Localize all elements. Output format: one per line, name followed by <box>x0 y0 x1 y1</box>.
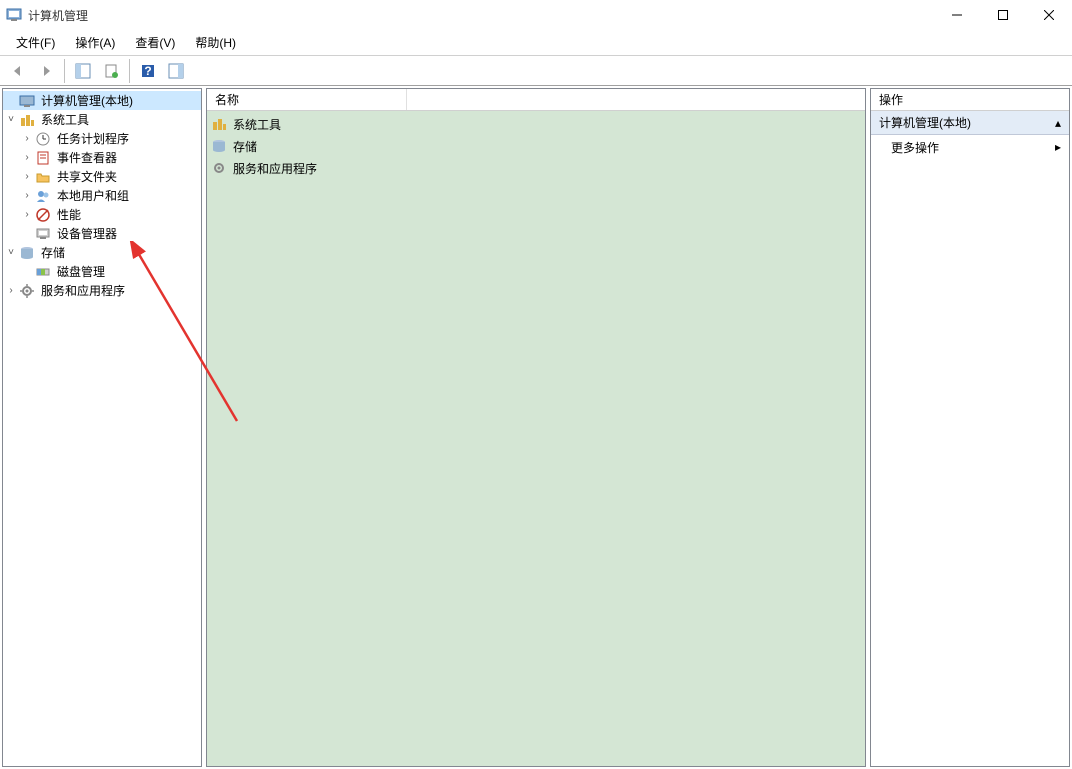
tree-label: 性能 <box>55 206 83 223</box>
actions-pane-header: 操作 <box>871 89 1069 111</box>
list-item-storage[interactable]: 存储 <box>207 135 865 157</box>
tree-label: 存储 <box>39 244 67 261</box>
tree-label: 设备管理器 <box>55 225 119 242</box>
tree-label: 计算机管理(本地) <box>39 92 135 109</box>
show-hide-action-pane-button[interactable] <box>164 59 188 83</box>
tree-label: 系统工具 <box>39 111 91 128</box>
list-item-label: 系统工具 <box>233 116 281 133</box>
actions-more-label: 更多操作 <box>891 139 939 156</box>
menu-bar: 文件(F) 操作(A) 查看(V) 帮助(H) <box>0 30 1072 56</box>
expander-icon[interactable]: ˅ <box>3 245 19 261</box>
list-item-label: 存储 <box>233 138 257 155</box>
expander-icon[interactable]: › <box>19 131 35 147</box>
toolbar: ? <box>0 56 1072 86</box>
storage-icon <box>19 245 35 261</box>
actions-more[interactable]: 更多操作 ▸ <box>871 135 1069 159</box>
users-icon <box>35 188 51 204</box>
navigation-tree[interactable]: ▾ 计算机管理(本地) ˅ 系统工具 <box>3 89 201 302</box>
navigation-tree-pane: ▾ 计算机管理(本地) ˅ 系统工具 <box>2 88 202 767</box>
services-icon <box>211 160 227 176</box>
app-icon <box>6 7 22 23</box>
clock-icon <box>35 131 51 147</box>
toolbar-separator <box>64 59 65 83</box>
menu-action[interactable]: 操作(A) <box>65 30 125 55</box>
tree-services-applications[interactable]: › 服务和应用程序 <box>3 281 201 300</box>
toolbar-separator <box>129 59 130 83</box>
storage-icon <box>211 138 227 154</box>
main-area: ▾ 计算机管理(本地) ˅ 系统工具 <box>0 86 1072 769</box>
expander-icon[interactable]: › <box>19 150 35 166</box>
tree-label: 事件查看器 <box>55 149 119 166</box>
list-item-label: 服务和应用程序 <box>233 160 317 177</box>
chevron-right-icon: ▸ <box>1055 140 1061 154</box>
window-buttons <box>934 0 1072 30</box>
tree-storage[interactable]: ˅ 存储 <box>3 243 201 262</box>
menu-file[interactable]: 文件(F) <box>6 30 65 55</box>
expander-icon[interactable]: › <box>19 207 35 223</box>
tree-device-manager[interactable]: › 设备管理器 <box>3 224 201 243</box>
tree-task-scheduler[interactable]: › 任务计划程序 <box>3 129 201 148</box>
services-icon <box>19 283 35 299</box>
expander-icon[interactable]: ˅ <box>3 112 19 128</box>
actions-group-title[interactable]: 计算机管理(本地) ▴ <box>871 111 1069 135</box>
expander-icon[interactable]: › <box>3 283 19 299</box>
computer-management-icon <box>19 93 35 109</box>
tree-label: 任务计划程序 <box>55 130 131 147</box>
menu-view[interactable]: 查看(V) <box>125 30 185 55</box>
forward-button[interactable] <box>34 59 58 83</box>
list-body[interactable]: 系统工具 存储 服务和应用程序 <box>207 111 865 766</box>
tree-performance[interactable]: › 性能 <box>3 205 201 224</box>
system-tools-icon <box>19 112 35 128</box>
back-button[interactable] <box>6 59 30 83</box>
tree-root-computer-management[interactable]: ▾ 计算机管理(本地) <box>3 91 201 110</box>
expander-icon[interactable]: › <box>19 188 35 204</box>
tree-label: 磁盘管理 <box>55 263 107 280</box>
tree-label: 服务和应用程序 <box>39 282 127 299</box>
list-header: 名称 <box>207 89 865 111</box>
system-tools-icon <box>211 116 227 132</box>
expander-icon[interactable]: › <box>19 169 35 185</box>
list-item-services[interactable]: 服务和应用程序 <box>207 157 865 179</box>
collapse-icon: ▴ <box>1055 116 1061 130</box>
maximize-button[interactable] <box>980 0 1026 30</box>
shared-folders-icon <box>35 169 51 185</box>
disk-management-icon <box>35 264 51 280</box>
content-pane: 名称 系统工具 存储 服务和应用程序 <box>206 88 866 767</box>
show-hide-tree-button[interactable] <box>71 59 95 83</box>
window-title: 计算机管理 <box>28 7 934 24</box>
list-item-system-tools[interactable]: 系统工具 <box>207 113 865 135</box>
column-header-name[interactable]: 名称 <box>207 89 407 110</box>
help-button[interactable]: ? <box>136 59 160 83</box>
tree-event-viewer[interactable]: › 事件查看器 <box>3 148 201 167</box>
actions-group-label: 计算机管理(本地) <box>879 114 971 131</box>
close-button[interactable] <box>1026 0 1072 30</box>
svg-text:?: ? <box>144 64 151 78</box>
tree-disk-management[interactable]: › 磁盘管理 <box>3 262 201 281</box>
actions-pane: 操作 计算机管理(本地) ▴ 更多操作 ▸ <box>870 88 1070 767</box>
performance-icon <box>35 207 51 223</box>
tree-system-tools[interactable]: ˅ 系统工具 <box>3 110 201 129</box>
device-manager-icon <box>35 226 51 242</box>
tree-label: 本地用户和组 <box>55 187 131 204</box>
event-viewer-icon <box>35 150 51 166</box>
properties-button[interactable] <box>99 59 123 83</box>
menu-help[interactable]: 帮助(H) <box>185 30 246 55</box>
minimize-button[interactable] <box>934 0 980 30</box>
tree-label: 共享文件夹 <box>55 168 119 185</box>
window-titlebar: 计算机管理 <box>0 0 1072 30</box>
tree-shared-folders[interactable]: › 共享文件夹 <box>3 167 201 186</box>
tree-local-users-groups[interactable]: › 本地用户和组 <box>3 186 201 205</box>
